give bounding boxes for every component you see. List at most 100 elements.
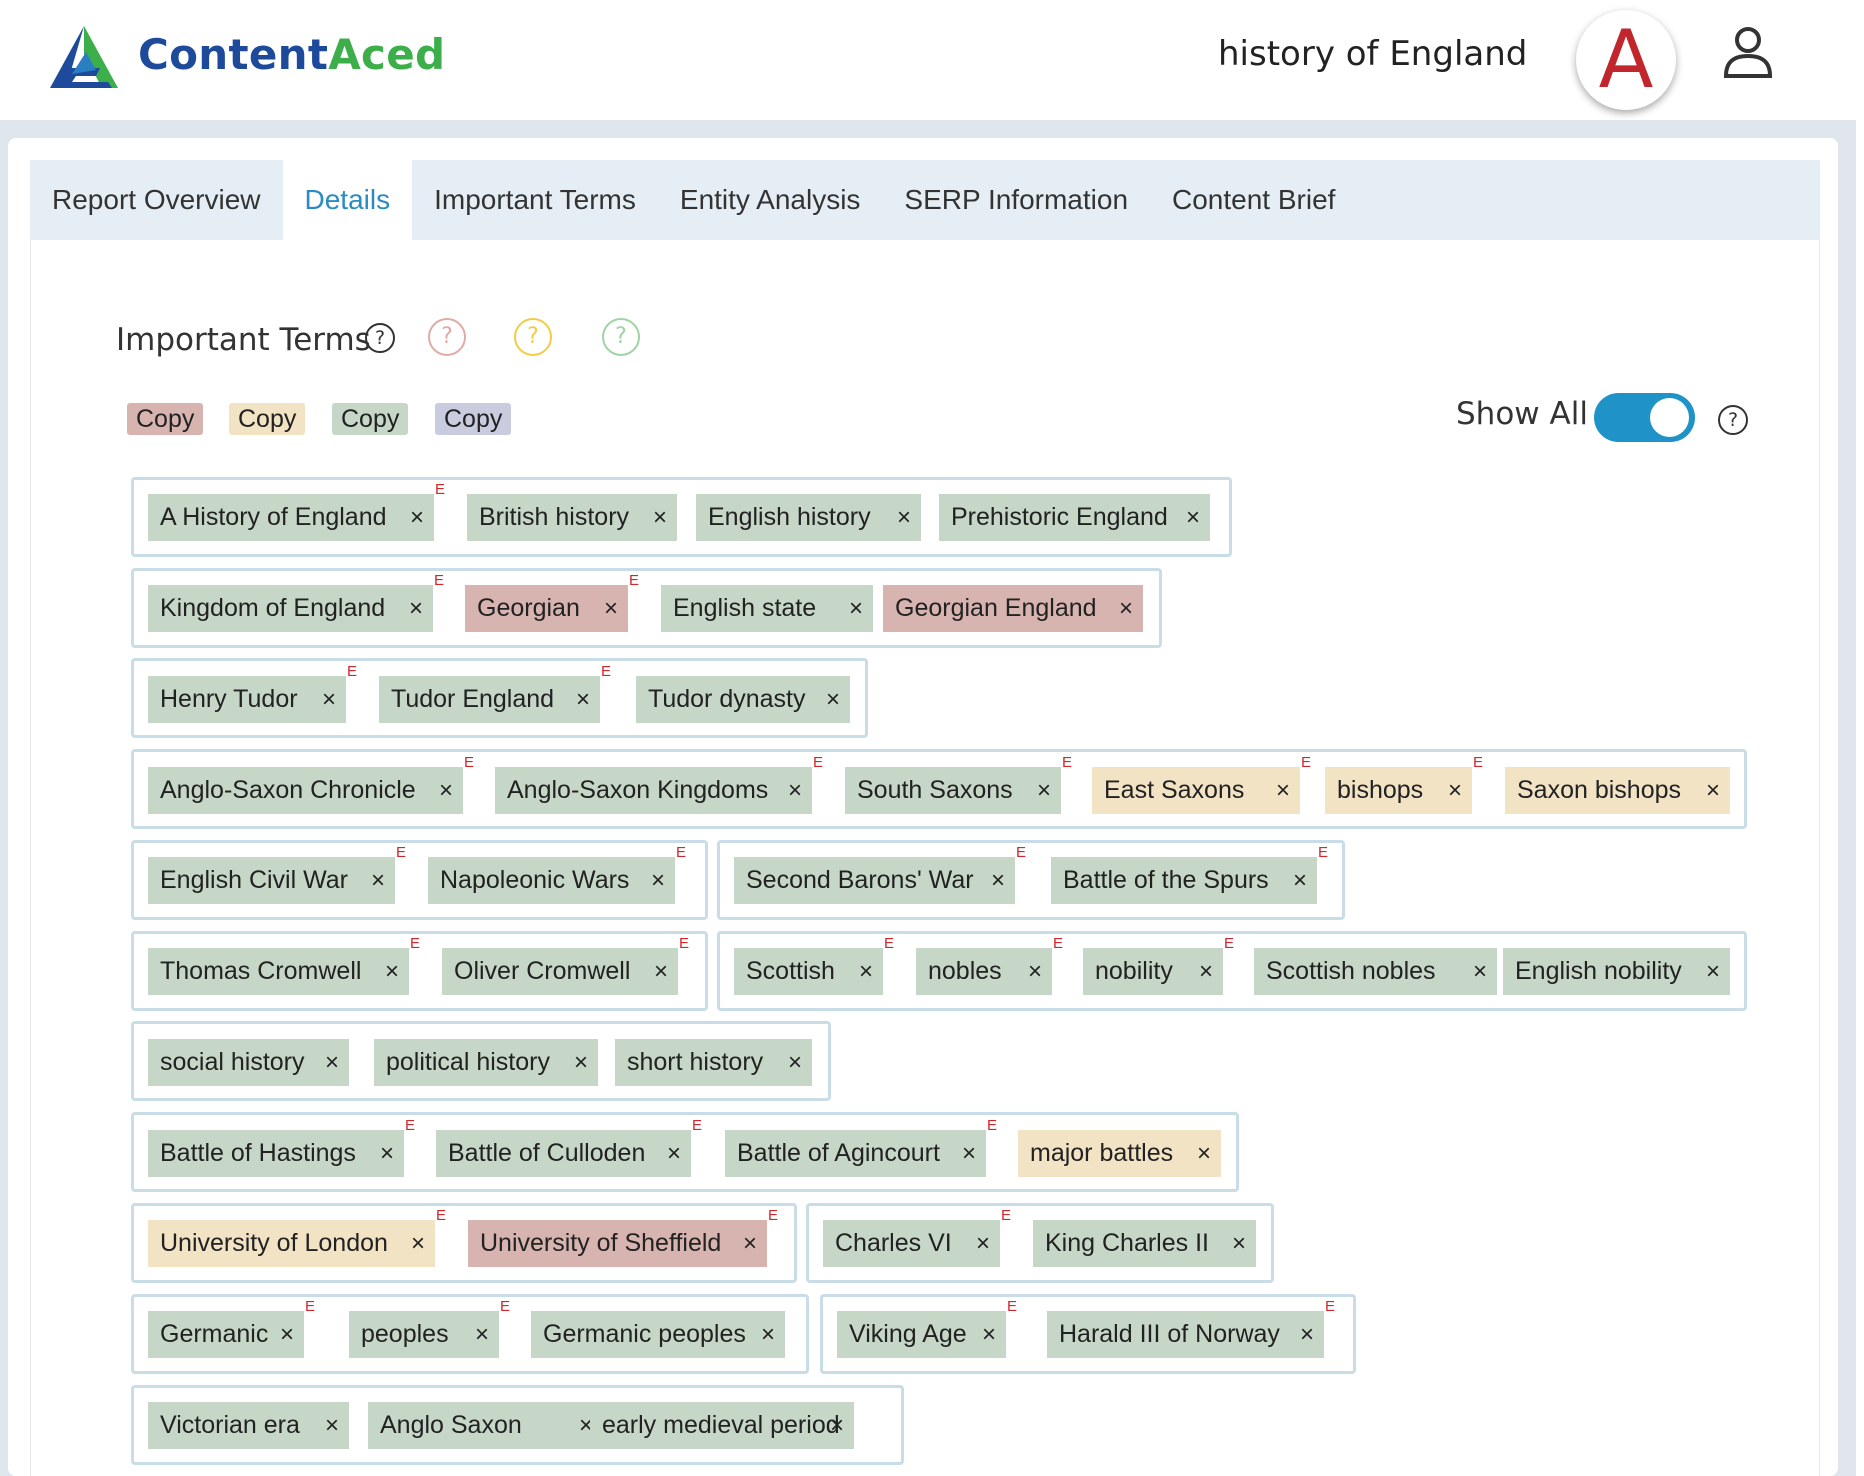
term-chip-anglo-saxon-chronicle[interactable]: Anglo-Saxon Chronicle × E xyxy=(148,754,474,814)
tab-content-brief[interactable]: Content Brief xyxy=(1150,160,1357,240)
term-chip-henry-tudor[interactable]: Henry Tudor × E xyxy=(148,663,357,723)
remove-term-icon[interactable]: × xyxy=(1186,494,1200,541)
term-chip-english-history[interactable]: English history × xyxy=(696,494,921,541)
remove-term-icon[interactable]: × xyxy=(1037,767,1051,814)
tab-report-overview[interactable]: Report Overview xyxy=(30,160,283,240)
remove-term-icon[interactable]: × xyxy=(325,1402,339,1449)
remove-term-icon[interactable]: × xyxy=(654,948,668,995)
term-chip-battle-of-the-spurs[interactable]: Battle of the Spurs × E xyxy=(1051,844,1328,904)
term-chip-anglo-saxon-kingdoms[interactable]: Anglo-Saxon Kingdoms × E xyxy=(495,754,823,814)
remove-term-icon[interactable]: × xyxy=(788,1039,802,1086)
remove-term-icon[interactable]: × xyxy=(962,1130,976,1177)
remove-term-icon[interactable]: × xyxy=(371,857,385,904)
term-chip-battle-of-culloden[interactable]: Battle of Culloden × E xyxy=(436,1117,702,1177)
brand-name[interactable]: ContentAced xyxy=(138,30,445,79)
term-chip-georgian-england[interactable]: Georgian England × xyxy=(883,585,1143,632)
term-chip-social-history[interactable]: social history × xyxy=(148,1039,349,1086)
term-chip-nobility[interactable]: nobility × E xyxy=(1083,935,1234,995)
remove-term-icon[interactable]: × xyxy=(1276,767,1290,814)
tab-important-terms[interactable]: Important Terms xyxy=(412,160,658,240)
remove-term-icon[interactable]: × xyxy=(830,1402,844,1449)
red-terms-help-icon[interactable]: ? xyxy=(428,318,466,356)
remove-term-icon[interactable]: × xyxy=(1300,1311,1314,1358)
copy-red-button[interactable]: Copy xyxy=(127,403,204,435)
remove-term-icon[interactable]: × xyxy=(788,767,802,814)
copy-green-button[interactable]: Copy xyxy=(332,403,409,435)
term-chip-victorian-era[interactable]: Victorian era × xyxy=(148,1402,349,1449)
remove-term-icon[interactable]: × xyxy=(1199,948,1213,995)
tab-details[interactable]: Details xyxy=(282,160,413,240)
term-chip-anglo-saxon[interactable]: Anglo Saxon × xyxy=(368,1402,603,1449)
remove-term-icon[interactable]: × xyxy=(667,1130,681,1177)
remove-term-icon[interactable]: × xyxy=(976,1220,990,1267)
remove-term-icon[interactable]: × xyxy=(1028,948,1042,995)
remove-term-icon[interactable]: × xyxy=(380,1130,394,1177)
green-terms-help-icon[interactable]: ? xyxy=(602,318,640,356)
term-chip-short-history[interactable]: short history × xyxy=(615,1039,812,1086)
term-chip-napoleonic-wars[interactable]: Napoleonic Wars × E xyxy=(428,844,686,904)
term-chip-germanic[interactable]: Germanic × E xyxy=(148,1298,315,1358)
term-chip-major-battles[interactable]: major battles × xyxy=(1018,1130,1221,1177)
term-chip-georgian[interactable]: Georgian × E xyxy=(465,572,639,632)
remove-term-icon[interactable]: × xyxy=(1473,948,1487,995)
remove-term-icon[interactable]: × xyxy=(322,676,336,723)
remove-term-icon[interactable]: × xyxy=(1706,948,1720,995)
show-all-toggle[interactable] xyxy=(1594,393,1695,442)
term-chip-english-civil-war[interactable]: English Civil War × E xyxy=(148,844,406,904)
term-chip-political-history[interactable]: political history × xyxy=(374,1039,598,1086)
remove-term-icon[interactable]: × xyxy=(651,857,665,904)
term-chip-tudor-england[interactable]: Tudor England × E xyxy=(379,663,611,723)
remove-term-icon[interactable]: × xyxy=(409,585,423,632)
term-chip-peoples[interactable]: peoples × E xyxy=(349,1298,510,1358)
remove-term-icon[interactable]: × xyxy=(761,1311,775,1358)
important-terms-help-icon[interactable]: ? xyxy=(365,323,395,353)
term-chip-university-of-sheffield[interactable]: University of Sheffield × E xyxy=(468,1207,778,1267)
remove-term-icon[interactable]: × xyxy=(280,1311,294,1358)
remove-term-icon[interactable]: × xyxy=(576,676,590,723)
term-chip-university-of-london[interactable]: University of London × E xyxy=(148,1207,446,1267)
term-chip-charles-vi[interactable]: Charles VI × E xyxy=(823,1207,1011,1267)
remove-term-icon[interactable]: × xyxy=(849,585,863,632)
remove-term-icon[interactable]: × xyxy=(325,1039,339,1086)
remove-term-icon[interactable]: × xyxy=(653,494,667,541)
contentaced-logo-icon[interactable] xyxy=(48,22,120,92)
term-chip-east-saxons[interactable]: East Saxons × E xyxy=(1092,754,1311,814)
term-chip-second-barons-war[interactable]: Second Barons' War × E xyxy=(734,844,1026,904)
remove-term-icon[interactable]: × xyxy=(411,1220,425,1267)
avatar[interactable]: A xyxy=(1576,10,1676,110)
copy-blue-button[interactable]: Copy xyxy=(435,403,512,435)
remove-term-icon[interactable]: × xyxy=(826,676,840,723)
term-chip-viking-age[interactable]: Viking Age × E xyxy=(837,1298,1017,1358)
remove-term-icon[interactable]: × xyxy=(1232,1220,1246,1267)
remove-term-icon[interactable]: × xyxy=(982,1311,996,1358)
remove-term-icon[interactable]: × xyxy=(439,767,453,814)
term-chip-king-charles-ii[interactable]: King Charles II × xyxy=(1033,1220,1256,1267)
term-chip-harald-iii-of-norway[interactable]: Harald III of Norway × E xyxy=(1047,1298,1335,1358)
term-chip-thomas-cromwell[interactable]: Thomas Cromwell × E xyxy=(148,935,420,995)
term-chip-battle-of-agincourt[interactable]: Battle of Agincourt × E xyxy=(725,1117,997,1177)
term-chip-germanic-peoples[interactable]: Germanic peoples × xyxy=(531,1311,785,1358)
term-chip-oliver-cromwell[interactable]: Oliver Cromwell × E xyxy=(442,935,689,995)
term-chip-early-medieval-period[interactable]: early medieval period × xyxy=(590,1402,854,1449)
term-chip-english-state[interactable]: English state × xyxy=(661,585,873,632)
show-all-help-icon[interactable]: ? xyxy=(1718,405,1748,435)
remove-term-icon[interactable]: × xyxy=(475,1311,489,1358)
term-chip-a-history-of-england[interactable]: A History of England × E xyxy=(148,481,445,541)
remove-term-icon[interactable]: × xyxy=(859,948,873,995)
term-chip-prehistoric-england[interactable]: Prehistoric England × xyxy=(939,494,1210,541)
remove-term-icon[interactable]: × xyxy=(385,948,399,995)
term-chip-battle-of-hastings[interactable]: Battle of Hastings × E xyxy=(148,1117,415,1177)
remove-term-icon[interactable]: × xyxy=(574,1039,588,1086)
term-chip-scottish-nobles[interactable]: Scottish nobles × xyxy=(1254,948,1497,995)
remove-term-icon[interactable]: × xyxy=(1293,857,1307,904)
term-chip-british-history[interactable]: British history × xyxy=(467,494,677,541)
term-chip-english-nobility[interactable]: English nobility × xyxy=(1503,948,1730,995)
remove-term-icon[interactable]: × xyxy=(897,494,911,541)
remove-term-icon[interactable]: × xyxy=(1706,767,1720,814)
tab-serp-information[interactable]: SERP Information xyxy=(882,160,1150,240)
remove-term-icon[interactable]: × xyxy=(1197,1130,1211,1177)
term-chip-south-saxons[interactable]: South Saxons × E xyxy=(845,754,1072,814)
term-chip-tudor-dynasty[interactable]: Tudor dynasty × xyxy=(636,676,850,723)
term-chip-saxon-bishops[interactable]: Saxon bishops × xyxy=(1505,767,1730,814)
copy-yellow-button[interactable]: Copy xyxy=(229,403,306,435)
